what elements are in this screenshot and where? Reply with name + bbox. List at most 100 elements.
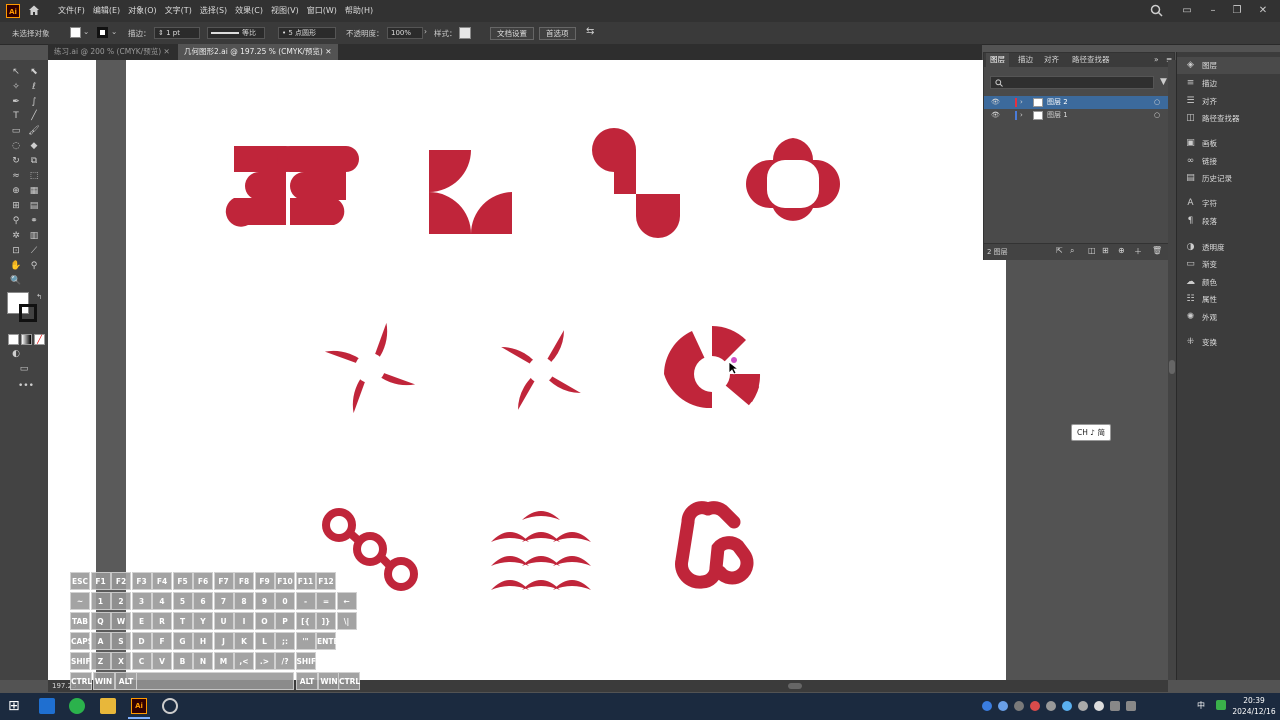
tray-icon[interactable] — [1014, 701, 1024, 711]
graphic-style-swatch[interactable] — [459, 27, 471, 39]
key-4-1[interactable]: Z — [90, 652, 111, 670]
key-0-7[interactable]: F7 — [213, 572, 234, 590]
key-3-3[interactable]: D — [131, 632, 152, 650]
curvature-tool-icon[interactable]: ∫ — [28, 96, 40, 108]
dock-pathfinder[interactable]: ◫ 路径查找器 — [1177, 110, 1280, 127]
perspective-grid-tool-icon[interactable]: ▦ — [28, 185, 40, 197]
delete-icon[interactable]: 🗑 — [1152, 246, 1162, 255]
rotate-tool-icon[interactable]: ↻ — [10, 155, 22, 167]
tray-icon[interactable] — [1078, 701, 1088, 711]
key-2-4[interactable]: R — [152, 612, 172, 630]
key-3-5[interactable]: G — [172, 632, 193, 650]
key-5-4[interactable]: WIN — [318, 672, 340, 690]
key-1-10[interactable]: 0 — [275, 592, 295, 610]
key-3-4[interactable]: F — [152, 632, 172, 650]
shape-loop-s[interactable] — [675, 501, 754, 589]
shape-l-block[interactable] — [429, 150, 512, 234]
tray-icon[interactable] — [1046, 701, 1056, 711]
tab-geometric[interactable]: 几何图形2.ai @ 197.25 % (CMYK/预览) ✕ — [178, 44, 338, 60]
key-4-3[interactable]: C — [131, 652, 152, 670]
arrange-icon[interactable]: ⇆ — [586, 26, 594, 37]
chevron-right-icon[interactable]: › — [424, 27, 427, 36]
key-3-7[interactable]: J — [213, 632, 234, 650]
expand-icon[interactable]: › — [1020, 96, 1023, 109]
tab-stroke[interactable]: 描边 — [1014, 53, 1037, 67]
key-0-6[interactable]: F6 — [193, 572, 213, 590]
key-0-3[interactable]: F3 — [131, 572, 152, 590]
key-2-12[interactable]: ]} — [316, 612, 336, 630]
key-1-4[interactable]: 4 — [152, 592, 172, 610]
key-3-6[interactable]: H — [193, 632, 213, 650]
brush-definition[interactable]: • 5 点圆形 — [278, 27, 336, 39]
close-icon[interactable]: ✕ — [164, 47, 170, 56]
key-4-4[interactable]: V — [152, 652, 172, 670]
slice-tool-icon[interactable]: ⟋ — [28, 245, 40, 257]
key-5-2[interactable]: ALT — [115, 672, 137, 690]
target-icon[interactable]: ○ — [1154, 96, 1160, 109]
dock-history[interactable]: ▤ 历史记录 — [1177, 170, 1280, 187]
key-3-8[interactable]: K — [234, 632, 254, 650]
ime-icon[interactable] — [1216, 700, 1226, 710]
tray-icon[interactable] — [998, 701, 1008, 711]
menu-object[interactable]: 对象(O) — [124, 5, 161, 17]
volume-icon[interactable] — [1126, 701, 1136, 711]
key-1-7[interactable]: 7 — [213, 592, 234, 610]
dock-align[interactable]: ☰ 对齐 — [1177, 93, 1280, 110]
key-2-11[interactable]: [{ — [295, 612, 316, 630]
scale-tool-icon[interactable]: ⧉ — [28, 155, 40, 167]
vertical-scrollbar[interactable] — [1168, 60, 1176, 680]
color-mode-icon[interactable] — [8, 334, 19, 345]
blend-tool-icon[interactable]: ⚭ — [28, 215, 40, 227]
column-graph-tool-icon[interactable]: ▥ — [28, 230, 40, 242]
collapse-icon[interactable]: » — [1150, 53, 1163, 67]
gradient-tool-icon[interactable]: ▤ — [28, 200, 40, 212]
menu-window[interactable]: 窗口(W) — [303, 5, 341, 17]
fill-swatch[interactable] — [70, 27, 81, 38]
key-2-1[interactable]: Q — [90, 612, 111, 630]
key-4-6[interactable]: N — [193, 652, 213, 670]
layer-name[interactable]: 图层 1 — [1047, 109, 1068, 122]
target-icon[interactable]: ○ — [1154, 109, 1160, 122]
hand-tool-icon[interactable]: ✋ — [10, 260, 22, 272]
key-4-7[interactable]: M — [213, 652, 234, 670]
key-2-10[interactable]: P — [275, 612, 295, 630]
close-icon[interactable]: ✕ — [1256, 4, 1270, 18]
dock-artboards[interactable]: ▣ 画板 — [1177, 135, 1280, 152]
warp-tool-icon[interactable]: ≈ — [10, 170, 22, 182]
magic-wand-tool-icon[interactable]: ✧ — [10, 81, 22, 93]
tray-icon[interactable] — [1094, 701, 1104, 711]
key-1-9[interactable]: 9 — [254, 592, 275, 610]
menu-select[interactable]: 选择(S) — [196, 5, 231, 17]
key-0-1[interactable]: F1 — [90, 572, 111, 590]
mesh-tool-icon[interactable]: ⊞ — [10, 200, 22, 212]
key-1-12[interactable]: = — [316, 592, 336, 610]
illustrator-taskbar-icon[interactable]: Ai — [131, 698, 147, 714]
menu-effect[interactable]: 效果(C) — [231, 5, 267, 17]
artboard-tool-icon[interactable]: ⊡ — [10, 245, 22, 257]
key-2-9[interactable]: O — [254, 612, 275, 630]
preferences-button[interactable]: 首选项 — [539, 27, 576, 40]
tray-icon[interactable] — [1030, 701, 1040, 711]
search-icon[interactable] — [1150, 4, 1163, 17]
free-transform-tool-icon[interactable]: ⬚ — [28, 170, 40, 182]
scrollbar-thumb[interactable] — [1169, 360, 1175, 374]
key-1-1[interactable]: 1 — [90, 592, 111, 610]
key-1-5[interactable]: 5 — [172, 592, 193, 610]
stroke-weight-field[interactable]: ⇕ 1 pt — [154, 27, 200, 39]
windows-start-icon[interactable]: ⊞ — [8, 698, 24, 714]
key-3-1[interactable]: A — [90, 632, 111, 650]
recorder-icon[interactable] — [162, 698, 178, 714]
pen-tool-icon[interactable]: ✒ — [10, 96, 22, 108]
dock-gradient[interactable]: ▭ 渐变 — [1177, 256, 1280, 273]
key-2-5[interactable]: T — [172, 612, 193, 630]
key-2-8[interactable]: I — [234, 612, 254, 630]
ime-indicator[interactable]: CH ♪ 简 — [1071, 424, 1111, 441]
key-1-2[interactable]: 2 — [111, 592, 131, 610]
stroke-swatch[interactable] — [97, 27, 108, 38]
key-4-5[interactable]: B — [172, 652, 193, 670]
shape-pinwheel-3[interactable] — [664, 325, 764, 413]
shape-pinwheel-2[interactable] — [501, 330, 581, 410]
new-layer-add-icon[interactable]: ＋ — [1134, 246, 1142, 257]
key-1-0[interactable]: ~ — [70, 592, 90, 610]
dock-character[interactable]: A 字符 — [1177, 195, 1280, 212]
